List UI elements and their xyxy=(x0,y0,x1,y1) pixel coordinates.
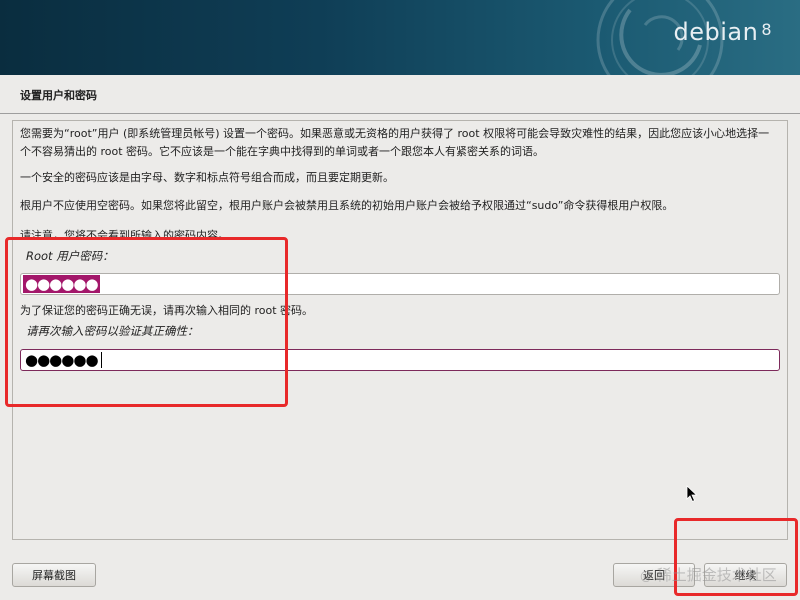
hidden-input-note: 请注意，您将不会看到所输入的密码内容。 xyxy=(20,229,229,237)
title-divider xyxy=(0,113,800,114)
back-button[interactable]: 返回 xyxy=(613,563,695,587)
continue-button[interactable]: 继续 xyxy=(704,563,787,587)
verify-hint: 为了保证您的密码正确无误，请再次输入相同的 root 密码。 xyxy=(20,304,314,317)
screenshot-button[interactable]: 屏幕截图 xyxy=(12,563,96,587)
intro-paragraph: 您需要为“root”用户 (即系统管理员帐号) 设置一个密码。如果恶意或无资格的… xyxy=(20,127,770,158)
empty-password-note: 根用户不应使用空密码。如果您将此留空，根用户账户会被禁用且系统的初始用户账户会被… xyxy=(20,199,674,212)
debian-banner: debian 8 xyxy=(0,0,800,75)
root-password-value: ●●●●●● xyxy=(23,275,100,293)
security-tip: 一个安全的密码应该是由字母、数字和标点符号组合而成，而且要定期更新。 xyxy=(20,171,394,184)
mouse-pointer-icon xyxy=(686,485,698,503)
installer-screen: debian 8 设置用户和密码 您需要为“root”用户 (即系统管理员帐号) … xyxy=(0,0,800,600)
page-title: 设置用户和密码 xyxy=(20,89,97,102)
verify-password-label: 请再次输入密码以验证其正确性： xyxy=(26,324,199,338)
verify-password-value: ●●●●●● xyxy=(25,351,99,369)
root-password-label: Root 用户密码： xyxy=(26,249,114,263)
brand-name: debian xyxy=(673,18,759,46)
debian-logo: debian 8 xyxy=(673,18,772,46)
text-caret xyxy=(100,352,102,368)
brand-version: 8 xyxy=(761,20,772,39)
root-password-field[interactable]: ●●●●●● xyxy=(20,273,780,295)
verify-password-field[interactable]: ●●●●●● xyxy=(20,349,780,371)
